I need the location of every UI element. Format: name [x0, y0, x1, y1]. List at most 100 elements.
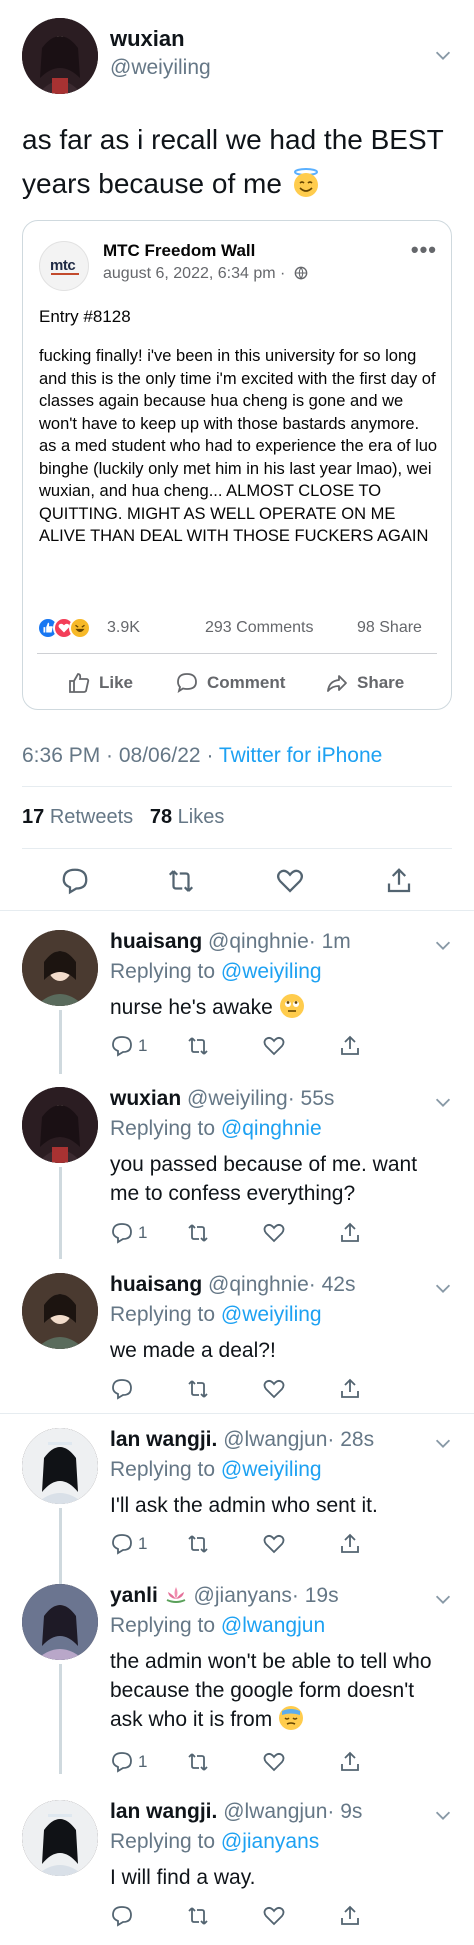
page-logo: mtc [39, 241, 89, 291]
replying-to-handle[interactable]: @lwangjun [221, 1614, 325, 1637]
reply-tweet[interactable]: huaisang @qinghnie· 42s Replying to @wei… [0, 1273, 474, 1413]
reply-button[interactable]: 1 [110, 1749, 147, 1775]
share-button[interactable] [338, 1033, 362, 1059]
avatar[interactable] [22, 1800, 98, 1876]
share-button[interactable] [338, 1220, 362, 1246]
reply-author-name[interactable]: huaisang [110, 930, 202, 953]
retweet-button[interactable] [186, 1033, 210, 1059]
reply-author-handle[interactable]: @lwangjun [223, 1800, 327, 1823]
retweet-button[interactable] [186, 1749, 210, 1775]
reply-tweet[interactable]: lan wangji. @lwangjun· 9s Replying to @j… [0, 1800, 474, 1940]
chevron-down-icon[interactable] [432, 934, 454, 956]
reply-author-name[interactable]: lan wangji. [110, 1800, 217, 1823]
reply-time[interactable]: · 1m [309, 930, 351, 953]
reactions-count[interactable]: 3.9K [107, 619, 140, 637]
attached-facebook-post[interactable]: mtc MTC Freedom Wall august 6, 2022, 6:3… [22, 220, 452, 710]
reply-author-handle[interactable]: @qinghnie [208, 1273, 309, 1296]
reply-author[interactable]: wuxian @weiyiling· 55s [110, 1087, 334, 1111]
replying-to-handle[interactable]: @jianyans [221, 1830, 319, 1853]
replying-to-handle[interactable]: @weiyiling [221, 1303, 322, 1326]
like-button[interactable] [262, 1220, 286, 1246]
reply-time[interactable]: · 19s [292, 1584, 339, 1607]
avatar[interactable] [22, 1273, 98, 1349]
reply-button[interactable]: 1 [110, 1033, 147, 1059]
reply-button[interactable] [110, 1376, 134, 1402]
reply-button[interactable]: 1 [110, 1531, 147, 1557]
fb-like-button[interactable]: Like [67, 669, 133, 697]
shares-count[interactable]: 98 Share [357, 619, 422, 637]
like-button[interactable] [262, 1749, 286, 1775]
fb-share-button[interactable]: Share [325, 669, 404, 697]
divider [22, 848, 452, 849]
replying-to-handle[interactable]: @qinghnie [221, 1117, 322, 1140]
share-upload-icon[interactable] [384, 866, 414, 896]
retweet-button[interactable] [186, 1903, 210, 1929]
more-options-icon[interactable]: ••• [411, 237, 437, 263]
reply-author-handle[interactable]: @qinghnie [208, 930, 309, 953]
chevron-down-icon[interactable] [432, 1432, 454, 1454]
thread-line [59, 1664, 62, 1774]
reply-tweet[interactable]: yanli @jianyans· 19s Replying to @lwangj… [0, 1584, 474, 1784]
reply-author-name[interactable]: yanli [110, 1584, 158, 1607]
like-button[interactable] [262, 1376, 286, 1402]
avatar[interactable] [22, 1087, 98, 1163]
chevron-down-icon[interactable] [432, 44, 454, 66]
retweet-button[interactable] [186, 1531, 210, 1557]
reply-author-handle[interactable]: @lwangjun [223, 1428, 327, 1451]
reply-icon[interactable] [60, 866, 90, 896]
replying-to-handle[interactable]: @weiyiling [221, 1458, 322, 1481]
tweet-timestamp[interactable]: 6:36 PM · 08/06/22 · [22, 744, 219, 767]
avatar[interactable] [22, 930, 98, 1006]
reply-author-name[interactable]: huaisang [110, 1273, 202, 1296]
page-name[interactable]: MTC Freedom Wall [103, 241, 255, 261]
reply-time[interactable]: · 28s [327, 1428, 374, 1451]
author-handle[interactable]: @weiyiling [110, 56, 211, 80]
share-button[interactable] [338, 1376, 362, 1402]
retweet-button[interactable] [186, 1376, 210, 1402]
comments-count[interactable]: 293 Comments [205, 619, 314, 637]
reply-tweet[interactable]: wuxian @weiyiling· 55s Replying to @qing… [0, 1087, 474, 1259]
chevron-down-icon[interactable] [432, 1588, 454, 1610]
reply-time[interactable]: · 42s [309, 1273, 356, 1296]
like-button[interactable] [262, 1903, 286, 1929]
avatar[interactable] [22, 1584, 98, 1660]
chevron-down-icon[interactable] [432, 1277, 454, 1299]
like-button[interactable] [262, 1033, 286, 1059]
avatar[interactable] [22, 18, 98, 94]
fb-comment-button[interactable]: Comment [175, 669, 285, 697]
chevron-down-icon[interactable] [432, 1091, 454, 1113]
like-button[interactable] [262, 1531, 286, 1557]
reply-author[interactable]: huaisang @qinghnie· 42s [110, 1273, 355, 1297]
author-name[interactable]: wuxian [110, 26, 185, 52]
retweets-label[interactable]: Retweets [50, 806, 133, 828]
retweets-count[interactable]: 17 [22, 806, 44, 828]
likes-label[interactable]: Likes [178, 806, 225, 828]
reply-author-handle[interactable]: @weiyiling [187, 1087, 288, 1110]
reply-time[interactable]: · 9s [327, 1800, 362, 1823]
reply-author-name[interactable]: wuxian [110, 1087, 181, 1110]
avatar[interactable] [22, 1428, 98, 1504]
reply-button[interactable]: 1 [110, 1220, 147, 1246]
reply-author[interactable]: lan wangji. @lwangjun· 28s [110, 1428, 374, 1452]
reply-button[interactable] [110, 1903, 134, 1929]
share-button[interactable] [338, 1903, 362, 1929]
share-button[interactable] [338, 1531, 362, 1557]
reply-author[interactable]: yanli @jianyans· 19s [110, 1584, 339, 1608]
reply-author[interactable]: huaisang @qinghnie· 1m [110, 930, 351, 954]
chevron-down-icon[interactable] [432, 1804, 454, 1826]
reply-tweet[interactable]: lan wangji. @lwangjun· 28s Replying to @… [0, 1428, 474, 1584]
reply-author-handle[interactable]: @jianyans [194, 1584, 292, 1607]
reply-time[interactable]: · 55s [288, 1087, 335, 1110]
retweet-icon[interactable] [166, 866, 196, 896]
retweet-button[interactable] [186, 1220, 210, 1246]
share-button[interactable] [338, 1749, 362, 1775]
tweet-source[interactable]: Twitter for iPhone [219, 744, 382, 767]
replying-label: Replying to [110, 960, 216, 983]
like-heart-icon[interactable] [275, 866, 305, 896]
haha-reaction-icon [69, 617, 91, 639]
reply-author-name[interactable]: lan wangji. [110, 1428, 217, 1451]
replying-to-handle[interactable]: @weiyiling [221, 960, 322, 983]
reply-author[interactable]: lan wangji. @lwangjun· 9s [110, 1800, 362, 1824]
likes-count[interactable]: 78 [150, 806, 172, 828]
reply-tweet[interactable]: huaisang @qinghnie· 1m Replying to @weiy… [0, 930, 474, 1074]
